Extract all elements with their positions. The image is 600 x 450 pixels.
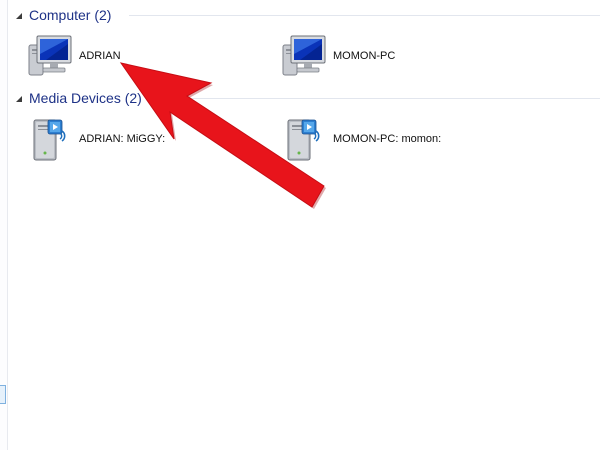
media-server-icon	[33, 119, 66, 161]
navigation-pane-selection[interactable]	[0, 385, 6, 404]
group-title-media-devices: Media Devices (2)	[29, 90, 142, 106]
media-server-icon	[287, 119, 320, 161]
computer-monitor-icon	[282, 35, 326, 76]
group-divider	[129, 15, 600, 16]
network-item-momon-pc[interactable]: MOMON-PC	[280, 32, 395, 80]
group-header-media-devices[interactable]: Media Devices (2)	[14, 88, 150, 108]
collapse-triangle-icon[interactable]	[14, 11, 23, 20]
item-label: ADRIAN: MiGGY:	[79, 133, 166, 145]
item-label: ADRIAN	[79, 50, 121, 62]
item-label: MOMON-PC	[333, 50, 396, 62]
group-divider	[160, 98, 600, 99]
computer-monitor-icon	[28, 35, 72, 76]
media-device-adrian[interactable]: ADRIAN: MiGGY:	[26, 115, 165, 163]
item-label: MOMON-PC: momon:	[333, 133, 442, 145]
collapse-triangle-icon[interactable]	[14, 94, 23, 103]
navigation-pane-edge	[0, 0, 8, 450]
group-header-computer[interactable]: Computer (2)	[14, 5, 119, 25]
network-item-adrian[interactable]: ADRIAN	[26, 32, 121, 80]
group-title-computer: Computer (2)	[29, 7, 112, 23]
media-device-momon-pc[interactable]: MOMON-PC: momon:	[280, 115, 441, 163]
